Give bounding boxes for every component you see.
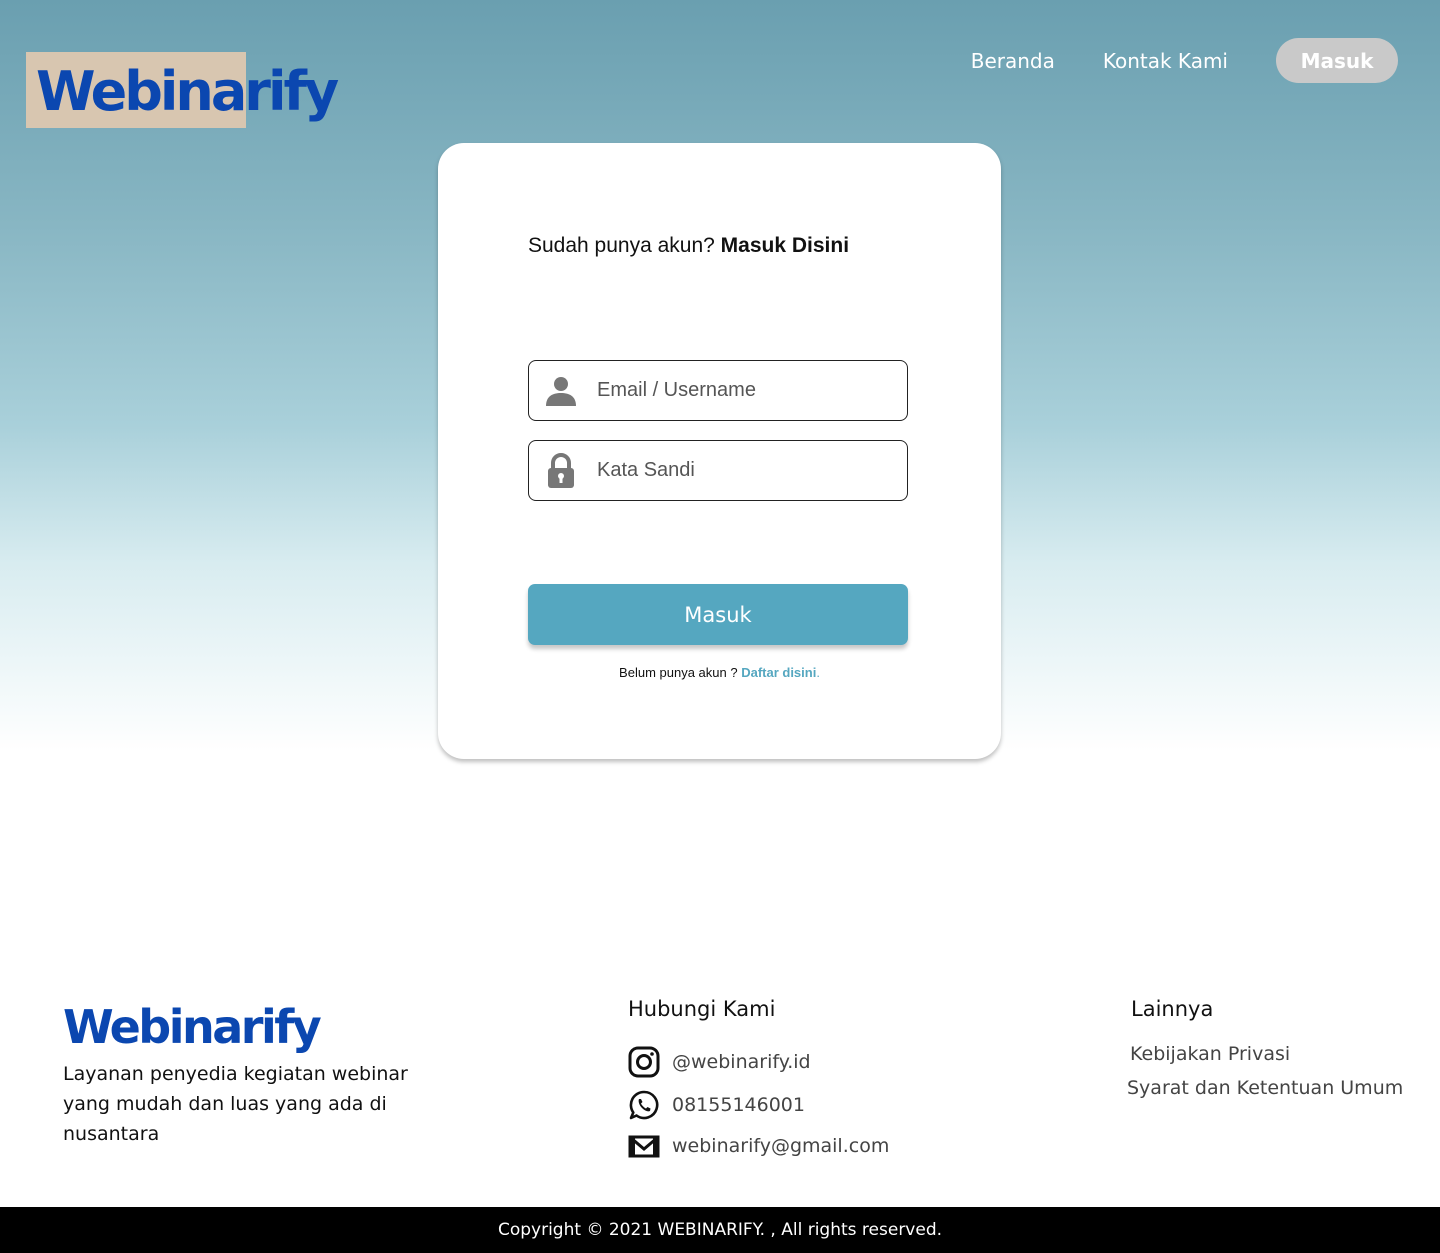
login-heading-bold: Masuk Disini [720,234,850,257]
register-prompt-line: Belum punya akun ? Daftar disini. [438,665,1001,680]
top-nav: Beranda Kontak Kami Masuk [971,38,1398,83]
login-card: Sudah punya akun? Masuk Disini Masuk Bel… [438,143,1001,759]
other-heading: Lainnya [1131,997,1214,1021]
password-field[interactable] [528,440,908,501]
terms-link[interactable]: Syarat dan Ketentuan Umum [1127,1077,1403,1099]
register-link[interactable]: Daftar disini [741,665,816,680]
whatsapp-icon [628,1089,660,1121]
contact-heading: Hubungi Kami [628,997,776,1021]
contact-whatsapp[interactable]: 08155146001 [628,1089,805,1121]
instagram-icon [628,1046,660,1078]
username-field[interactable] [528,360,908,421]
register-prompt-text: Belum punya akun ? [619,665,738,680]
register-suffix: . [816,665,820,680]
nav-link-beranda[interactable]: Beranda [971,49,1055,73]
contact-email-text: webinarify@gmail.com [672,1135,890,1157]
contact-instagram[interactable]: @webinarify.id [628,1046,811,1078]
privacy-policy-link[interactable]: Kebijakan Privasi [1130,1043,1290,1065]
mail-icon [628,1130,660,1162]
login-heading-prefix: Sudah punya akun? [528,234,715,257]
nav-login-button[interactable]: Masuk [1276,38,1398,83]
contact-instagram-text: @webinarify.id [672,1051,811,1073]
lock-icon [529,441,593,500]
footer-tagline: Layanan penyedia kegiatan webinar yang m… [63,1063,408,1145]
contact-email[interactable]: webinarify@gmail.com [628,1130,889,1162]
copyright-bar: Copyright © 2021 WEBINARIFY. , All right… [0,1207,1440,1253]
username-input[interactable] [593,361,907,420]
login-submit-button[interactable]: Masuk [528,584,908,645]
footer-logo: Webinarify [63,1000,322,1054]
login-heading: Sudah punya akun? Masuk Disini [528,234,849,258]
user-icon [529,361,593,420]
copyright-text: Copyright © 2021 WEBINARIFY. , All right… [497,1220,943,1240]
nav-link-kontak-kami[interactable]: Kontak Kami [1103,49,1228,73]
contact-whatsapp-text: 08155146001 [672,1094,805,1116]
password-input[interactable] [593,441,907,500]
site-logo[interactable]: Webinarify [36,60,339,123]
